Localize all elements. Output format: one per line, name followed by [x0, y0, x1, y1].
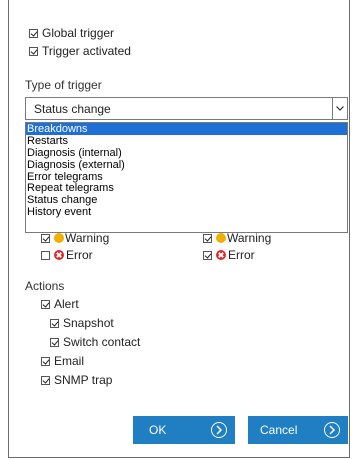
left-warning-label: Warning	[65, 231, 110, 245]
option-diagnosis-internal[interactable]: Diagnosis (internal)	[26, 147, 347, 159]
type-of-trigger-label: Type of trigger	[25, 78, 102, 92]
selected-value: Status change	[34, 102, 111, 116]
trigger-activated-label: Trigger activated	[42, 44, 131, 58]
right-warning-label: Warning	[227, 231, 272, 245]
trigger-type-dropdown-list[interactable]: Breakdowns Restarts Diagnosis (internal)…	[25, 122, 348, 233]
right-error-checkbox[interactable]: Error	[203, 246, 255, 264]
checkbox-icon	[50, 319, 59, 328]
chevron-right-circle-icon	[211, 422, 227, 438]
left-error-label: Error	[66, 248, 93, 262]
error-icon	[54, 250, 64, 260]
option-status-change[interactable]: Status change	[26, 194, 347, 206]
option-repeat-telegrams[interactable]: Repeat telegrams	[26, 182, 347, 195]
cancel-button-label: Cancel	[260, 423, 298, 437]
snmp-trap-label: SNMP trap	[54, 373, 113, 387]
type-of-trigger-select[interactable]: Status change	[25, 97, 348, 120]
checkbox-icon	[203, 234, 212, 243]
chevron-right-circle-icon	[324, 422, 340, 438]
left-error-checkbox[interactable]: Error	[41, 246, 93, 264]
actions-label: Actions	[25, 279, 65, 293]
snapshot-checkbox[interactable]: Snapshot	[50, 314, 114, 332]
email-checkbox[interactable]: Email	[41, 352, 84, 370]
option-restarts[interactable]: Restarts	[26, 135, 347, 147]
alert-checkbox[interactable]: Alert	[41, 295, 79, 313]
trigger-dialog: Global trigger Trigger activated Type of…	[8, 0, 350, 458]
option-breakdowns[interactable]: Breakdowns	[26, 123, 347, 135]
checkbox-icon	[29, 47, 38, 56]
switch-contact-label: Switch contact	[63, 335, 141, 349]
ok-button[interactable]: OK	[133, 416, 235, 444]
cancel-button[interactable]: Cancel	[248, 416, 348, 444]
checkbox-icon	[41, 300, 50, 309]
checkbox-icon	[203, 251, 212, 260]
warning-icon	[216, 233, 226, 243]
checkbox-icon	[41, 357, 50, 366]
checkbox-icon	[41, 234, 50, 243]
checkbox-icon	[41, 251, 50, 260]
snmp-trap-checkbox[interactable]: SNMP trap	[41, 371, 112, 389]
global-trigger-checkbox[interactable]: Global trigger	[29, 24, 114, 42]
global-trigger-label: Global trigger	[42, 26, 115, 40]
warning-icon	[54, 233, 64, 243]
ok-button-label: OK	[149, 423, 167, 437]
checkbox-icon	[50, 338, 59, 347]
switch-contact-checkbox[interactable]: Switch contact	[50, 333, 140, 351]
snapshot-label: Snapshot	[63, 316, 114, 330]
alert-label: Alert	[54, 297, 79, 311]
checkbox-icon	[29, 29, 38, 38]
checkbox-icon	[41, 376, 50, 385]
error-icon	[216, 250, 226, 260]
option-diagnosis-external[interactable]: Diagnosis (external)	[26, 159, 347, 171]
option-history-event[interactable]: History event	[26, 206, 347, 218]
email-label: Email	[54, 354, 85, 368]
chevron-down-icon[interactable]	[332, 98, 347, 119]
right-error-label: Error	[228, 248, 255, 262]
trigger-activated-checkbox[interactable]: Trigger activated	[29, 42, 131, 60]
option-error-telegrams[interactable]: Error telegrams	[26, 171, 347, 183]
